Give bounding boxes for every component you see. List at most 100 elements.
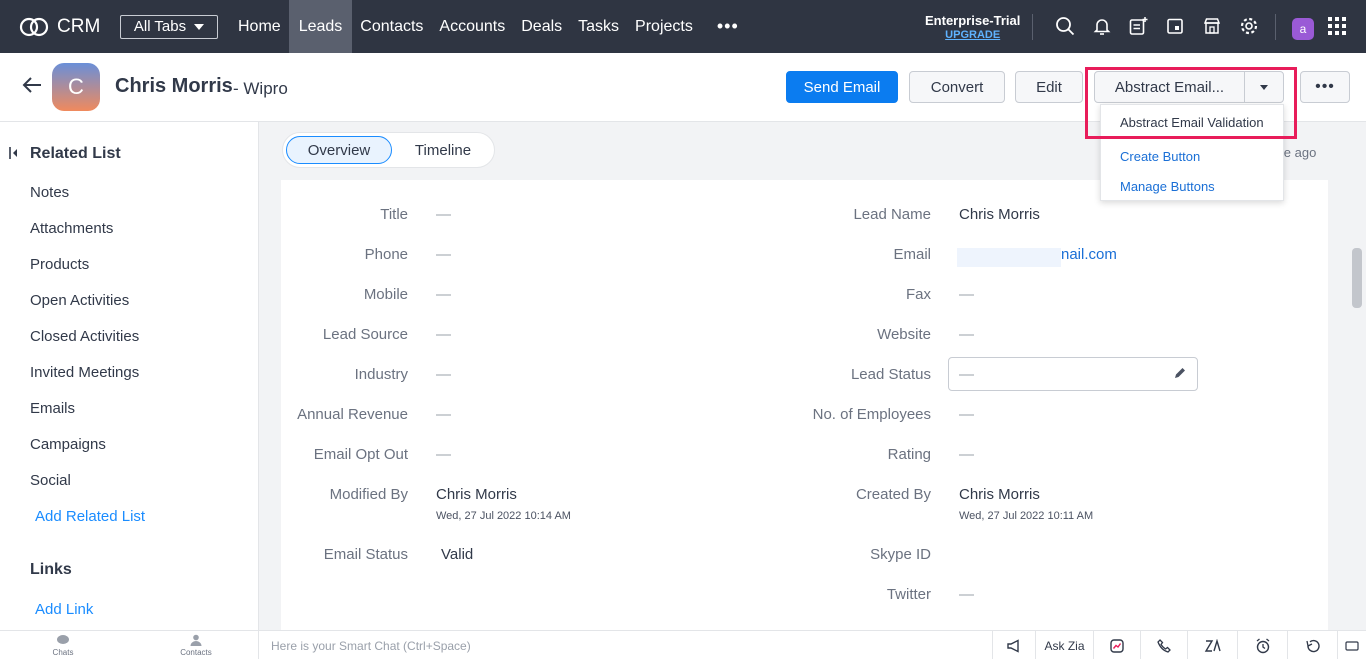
tab-overview[interactable]: Overview — [286, 136, 392, 164]
top-nav: CRM All Tabs Home Leads Contacts Account… — [0, 0, 1366, 53]
related-list-sidebar: Related List Notes Attachments Products … — [0, 122, 259, 630]
record-name: Chris Morris — [115, 75, 233, 97]
history-icon[interactable] — [1287, 631, 1337, 659]
sidebar-item-open-activities[interactable]: Open Activities — [30, 292, 129, 309]
add-related-list-link[interactable]: Add Related List — [35, 508, 145, 525]
sidebar-item-attachments[interactable]: Attachments — [30, 220, 113, 237]
all-tabs-dropdown[interactable]: All Tabs — [120, 14, 218, 39]
marketplace-icon[interactable] — [1201, 15, 1223, 37]
redacted-email-mask — [957, 248, 1061, 267]
calendar-icon[interactable] — [1164, 15, 1186, 37]
search-icon[interactable] — [1054, 15, 1076, 37]
field-label-website: Website — [877, 326, 931, 343]
upgrade-link[interactable]: UPGRADE — [925, 29, 1020, 41]
field-label-skype-id: Skype ID — [870, 546, 931, 563]
analytics-icon[interactable] — [1093, 631, 1140, 659]
trial-badge: Enterprise-Trial UPGRADE — [925, 13, 1020, 41]
trial-label: Enterprise-Trial — [925, 13, 1021, 28]
sidebar-item-notes[interactable]: Notes — [30, 184, 69, 201]
more-tabs-button[interactable]: ••• — [709, 0, 747, 53]
field-label-mobile: Mobile — [363, 286, 408, 303]
field-value-modified-by[interactable]: Chris Morris — [436, 486, 517, 503]
apps-grid-icon[interactable] — [1326, 15, 1348, 37]
collapse-sidebar-icon[interactable] — [9, 146, 19, 163]
view-tabs: Overview Timeline — [282, 132, 495, 168]
tab-projects[interactable]: Projects — [627, 0, 701, 53]
field-value-phone: — — [436, 246, 451, 263]
more-actions-button[interactable]: ••• — [1300, 71, 1350, 103]
menu-item-create-button[interactable]: Create Button — [1120, 149, 1200, 164]
tab-timeline[interactable]: Timeline — [392, 136, 494, 164]
phone-icon[interactable] — [1140, 631, 1187, 659]
smart-chat-input[interactable]: Here is your Smart Chat (Ctrl+Space) — [271, 639, 471, 653]
crm-logo[interactable]: CRM — [18, 16, 118, 38]
bottom-bar: Chats Contacts Here is your Smart Chat (… — [0, 630, 1366, 659]
field-value-twitter: — — [959, 586, 974, 603]
field-label-email-opt-out: Email Opt Out — [313, 446, 408, 463]
edit-button[interactable]: Edit — [1015, 71, 1083, 103]
field-label-lead-status: Lead Status — [850, 366, 931, 383]
field-value-annual-revenue: — — [436, 406, 451, 423]
field-label-phone: Phone — [364, 246, 408, 263]
field-label-lead-source: Lead Source — [322, 326, 408, 343]
send-email-button[interactable]: Send Email — [786, 71, 898, 103]
translate-icon[interactable] — [1187, 631, 1237, 659]
tab-contacts[interactable]: Contacts — [352, 0, 431, 53]
ask-zia-button[interactable]: Ask Zia — [1035, 631, 1093, 659]
field-value-email-opt-out: — — [436, 446, 451, 463]
lead-status-field[interactable]: — — [948, 357, 1198, 391]
field-value-email[interactable]: nail.com — [1061, 246, 1117, 263]
person-icon — [190, 634, 202, 646]
field-label-rating: Rating — [887, 446, 931, 463]
sidebar-item-social[interactable]: Social — [30, 472, 71, 489]
record-details: Title — Phone — Mobile — Lead Source — I… — [281, 180, 1328, 630]
pencil-icon[interactable] — [1173, 366, 1187, 385]
sidebar-item-invited-meetings[interactable]: Invited Meetings — [30, 364, 139, 381]
alarm-clock-icon[interactable] — [1237, 631, 1287, 659]
add-note-icon[interactable] — [1127, 15, 1149, 37]
field-label-twitter: Twitter — [886, 586, 931, 603]
chat-bubble-icon — [57, 635, 69, 644]
bell-icon[interactable] — [1091, 15, 1113, 37]
contacts-shortcut[interactable]: Contacts — [176, 634, 216, 657]
field-value-website: — — [959, 326, 974, 343]
sidebar-item-closed-activities[interactable]: Closed Activities — [30, 328, 139, 345]
field-label-fax: Fax — [905, 286, 931, 303]
all-tabs-label: All Tabs — [133, 18, 187, 35]
field-value-lead-name: Chris Morris — [959, 206, 1040, 223]
field-label-no-of-employees: No. of Employees — [812, 406, 931, 423]
tab-accounts[interactable]: Accounts — [431, 0, 513, 53]
module-tabs: Home Leads Contacts Accounts Deals Tasks… — [230, 0, 747, 53]
keyboard-icon[interactable] — [1337, 631, 1366, 659]
nav-divider — [1275, 14, 1276, 40]
caret-down-icon — [194, 23, 205, 30]
related-list-title: Related List — [30, 145, 121, 162]
field-label-annual-revenue: Annual Revenue — [297, 406, 408, 423]
chats-shortcut[interactable]: Chats — [43, 634, 83, 657]
megaphone-icon[interactable] — [992, 631, 1035, 659]
sidebar-item-products[interactable]: Products — [30, 256, 89, 273]
field-sub-created-time: Wed, 27 Jul 2022 10:11 AM — [959, 510, 1094, 522]
gear-icon[interactable] — [1238, 15, 1260, 37]
nav-divider — [1032, 14, 1033, 40]
add-link-link[interactable]: Add Link — [35, 601, 93, 618]
field-value-created-by[interactable]: Chris Morris — [959, 486, 1040, 503]
field-value-no-of-employees: — — [959, 406, 974, 423]
back-arrow-icon[interactable] — [22, 76, 42, 99]
convert-button[interactable]: Convert — [909, 71, 1005, 103]
field-label-lead-name: Lead Name — [853, 206, 931, 223]
sidebar-item-campaigns[interactable]: Campaigns — [30, 436, 106, 453]
scrollbar-thumb[interactable] — [1352, 248, 1362, 308]
tab-tasks[interactable]: Tasks — [570, 0, 627, 53]
tab-home[interactable]: Home — [230, 0, 289, 53]
tab-leads[interactable]: Leads — [288, 0, 353, 53]
contacts-label: Contacts — [180, 648, 212, 657]
bottom-left-panel: Chats Contacts — [0, 631, 259, 659]
links-title: Links — [30, 561, 72, 578]
menu-item-manage-buttons[interactable]: Manage Buttons — [1120, 179, 1215, 194]
tab-deals[interactable]: Deals — [513, 0, 570, 53]
sidebar-item-emails[interactable]: Emails — [30, 400, 75, 417]
user-avatar[interactable]: a — [1292, 18, 1314, 40]
field-label-created-by: Created By — [855, 486, 931, 503]
field-value-mobile: — — [436, 286, 451, 303]
